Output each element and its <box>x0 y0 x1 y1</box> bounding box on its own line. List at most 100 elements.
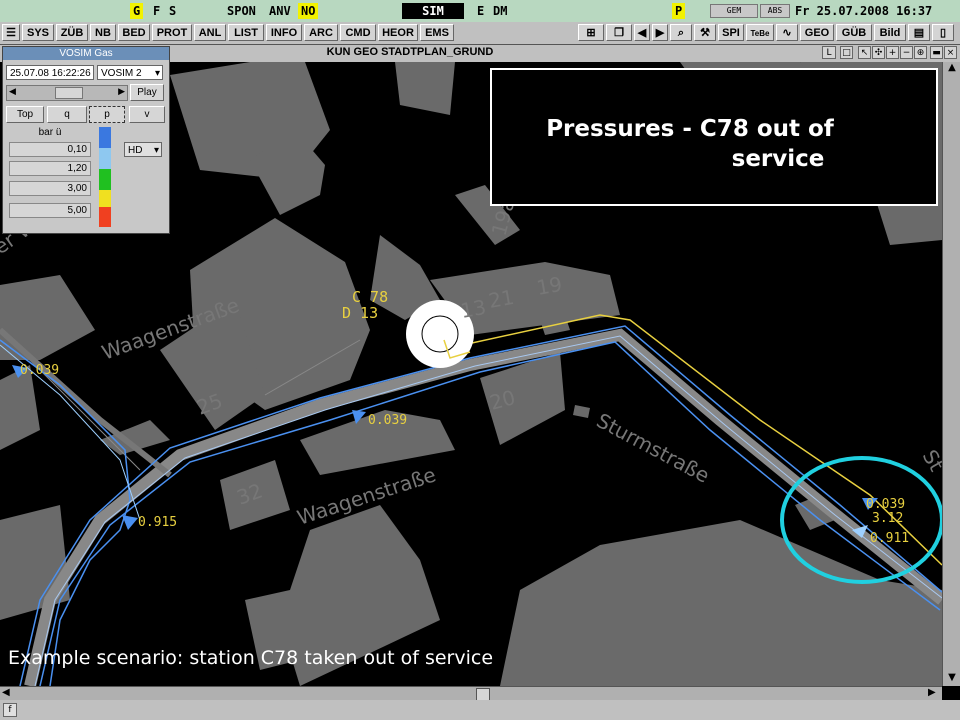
gem-button[interactable]: GEM <box>710 4 758 18</box>
zoom-icon[interactable]: ⊕ <box>914 46 927 59</box>
q-button[interactable]: q <box>47 106 87 123</box>
tb-cmd[interactable]: CMD <box>340 24 376 41</box>
station-label-d13: D 13 <box>342 304 378 322</box>
status-dm: DM <box>493 4 508 18</box>
menu-icon[interactable]: ☰ <box>2 24 20 41</box>
legend-swatch <box>99 190 111 207</box>
document-icon[interactable]: ▯ <box>932 24 954 41</box>
legend-swatch <box>99 207 111 227</box>
p-button[interactable]: p <box>89 106 125 123</box>
scroll-left-icon[interactable]: ◀ <box>2 687 14 701</box>
flow-label: 0.915 <box>138 515 177 530</box>
tb-anl[interactable]: ANL <box>194 24 226 41</box>
horizontal-scrollbar[interactable]: ◀ ▶ <box>0 686 942 701</box>
tb-tebe[interactable]: TeBe <box>746 24 774 41</box>
legend-value: 0,10 <box>9 142 91 157</box>
v-button[interactable]: v <box>129 106 165 123</box>
tb-bild[interactable]: Bild <box>874 24 906 41</box>
hd-value: HD <box>128 145 143 156</box>
time-slider[interactable]: ◀ ▶ <box>6 85 128 101</box>
legend-swatch <box>99 148 111 169</box>
zoom-in-icon[interactable]: + <box>886 46 899 59</box>
rectangle-icon[interactable]: □ <box>840 46 853 59</box>
unit-label: bar ü <box>38 127 62 138</box>
slider-right-icon[interactable]: ▶ <box>118 86 125 97</box>
close-icon[interactable]: × <box>944 46 957 59</box>
zoom-out-icon[interactable]: − <box>900 46 913 59</box>
right-arrow-icon[interactable]: ▶ <box>652 24 668 41</box>
minimize-icon[interactable]: ▬ <box>930 46 943 59</box>
scenario-caption: Example scenario: station C78 taken out … <box>8 647 494 669</box>
status-s: S <box>169 4 177 18</box>
trend-icon[interactable]: ∿ <box>776 24 798 41</box>
tb-geo[interactable]: GEO <box>800 24 834 41</box>
windows-icon[interactable]: ❐ <box>606 24 632 41</box>
house-number: St <box>918 446 942 476</box>
flow-label: 0.911 <box>870 531 909 546</box>
house-number: 19 <box>535 272 564 300</box>
abs-button[interactable]: ABS <box>760 4 790 18</box>
status-f: F <box>153 4 161 18</box>
vosim-gas-panel: VOSIM Gas 25.07.08 16:22:26 VOSIM 2 ▾ ◀ … <box>2 46 170 234</box>
legend-swatch <box>99 127 111 148</box>
vertical-scrollbar[interactable]: ▲ ▼ <box>942 62 960 686</box>
house-number: 13 <box>459 295 488 323</box>
chevron-down-icon: ▾ <box>154 68 160 79</box>
status-e: E <box>477 4 485 18</box>
coordinate-icon[interactable]: ⊞ <box>578 24 604 41</box>
pointer-icon[interactable]: ↖ <box>858 46 871 59</box>
status-sim: SIM <box>402 3 464 19</box>
tb-gub[interactable]: GÜB <box>836 24 872 41</box>
sim-mode-select[interactable]: VOSIM 2 ▾ <box>97 65 163 80</box>
sim-mode-value: VOSIM 2 <box>101 68 142 79</box>
status-spon: SPON <box>227 4 256 18</box>
status-datetime: Fr 25.07.2008 16:37 <box>795 4 933 18</box>
print-icon[interactable]: ▤ <box>908 24 930 41</box>
legend-value: 1,20 <box>9 161 91 176</box>
hammer-icon[interactable]: ⚒ <box>694 24 716 41</box>
scroll-up-icon[interactable]: ▲ <box>945 62 959 76</box>
slider-left-icon[interactable]: ◀ <box>9 86 16 97</box>
legend-value: 5,00 <box>9 203 91 218</box>
slider-thumb[interactable] <box>55 87 83 99</box>
scroll-down-icon[interactable]: ▼ <box>945 672 959 686</box>
scroll-right-icon[interactable]: ▶ <box>928 687 940 701</box>
status-g: G <box>130 3 144 19</box>
legend-swatch <box>99 169 111 190</box>
flow-label: 0.039 <box>368 413 407 428</box>
annotation-box: Pressures - C78 out of service <box>490 68 938 206</box>
tool-icon[interactable]: ✣ <box>872 46 885 59</box>
tb-sys[interactable]: SYS <box>22 24 54 41</box>
chevron-down-icon: ▾ <box>153 145 159 156</box>
tb-ems[interactable]: EMS <box>420 24 454 41</box>
hd-select[interactable]: HD ▾ <box>124 142 162 157</box>
tb-prot[interactable]: PROT <box>152 24 192 41</box>
flow-label: 0.039 <box>866 497 905 512</box>
search-icon[interactable]: ⌕ <box>670 24 692 41</box>
legend-value: 3,00 <box>9 181 91 196</box>
tb-heor[interactable]: HEOR <box>378 24 418 41</box>
tb-bed[interactable]: BED <box>118 24 150 41</box>
tb-spi[interactable]: SPI <box>718 24 744 41</box>
main-toolbar: ☰ SYS ZÜB NB BED PROT ANL LIST INFO ARC … <box>0 22 960 45</box>
top-button[interactable]: Top <box>6 106 44 123</box>
flow-arrow-icon <box>122 515 138 530</box>
layer-button[interactable]: L <box>822 46 836 59</box>
street-label: Sturmstraße <box>593 408 714 488</box>
tb-info[interactable]: INFO <box>266 24 302 41</box>
tb-arc[interactable]: ARC <box>304 24 338 41</box>
flow-label: 0.039 <box>20 363 59 378</box>
annotation-line-1: Pressures - C78 out of <box>546 116 834 142</box>
house-number: 21 <box>487 285 516 313</box>
status-no: NO <box>298 3 319 19</box>
status-p: P <box>672 3 686 19</box>
tb-nb[interactable]: NB <box>90 24 116 41</box>
play-button[interactable]: Play <box>130 84 164 101</box>
function-icon[interactable]: f <box>3 703 17 717</box>
flow-label: 3.12 <box>872 511 903 526</box>
sim-datetime-field[interactable]: 25.07.08 16:22:26 <box>6 65 94 80</box>
tb-list[interactable]: LIST <box>228 24 264 41</box>
left-arrow-icon[interactable]: ◀ <box>634 24 650 41</box>
vosim-panel-title: VOSIM Gas <box>3 47 169 60</box>
tb-zub[interactable]: ZÜB <box>56 24 88 41</box>
